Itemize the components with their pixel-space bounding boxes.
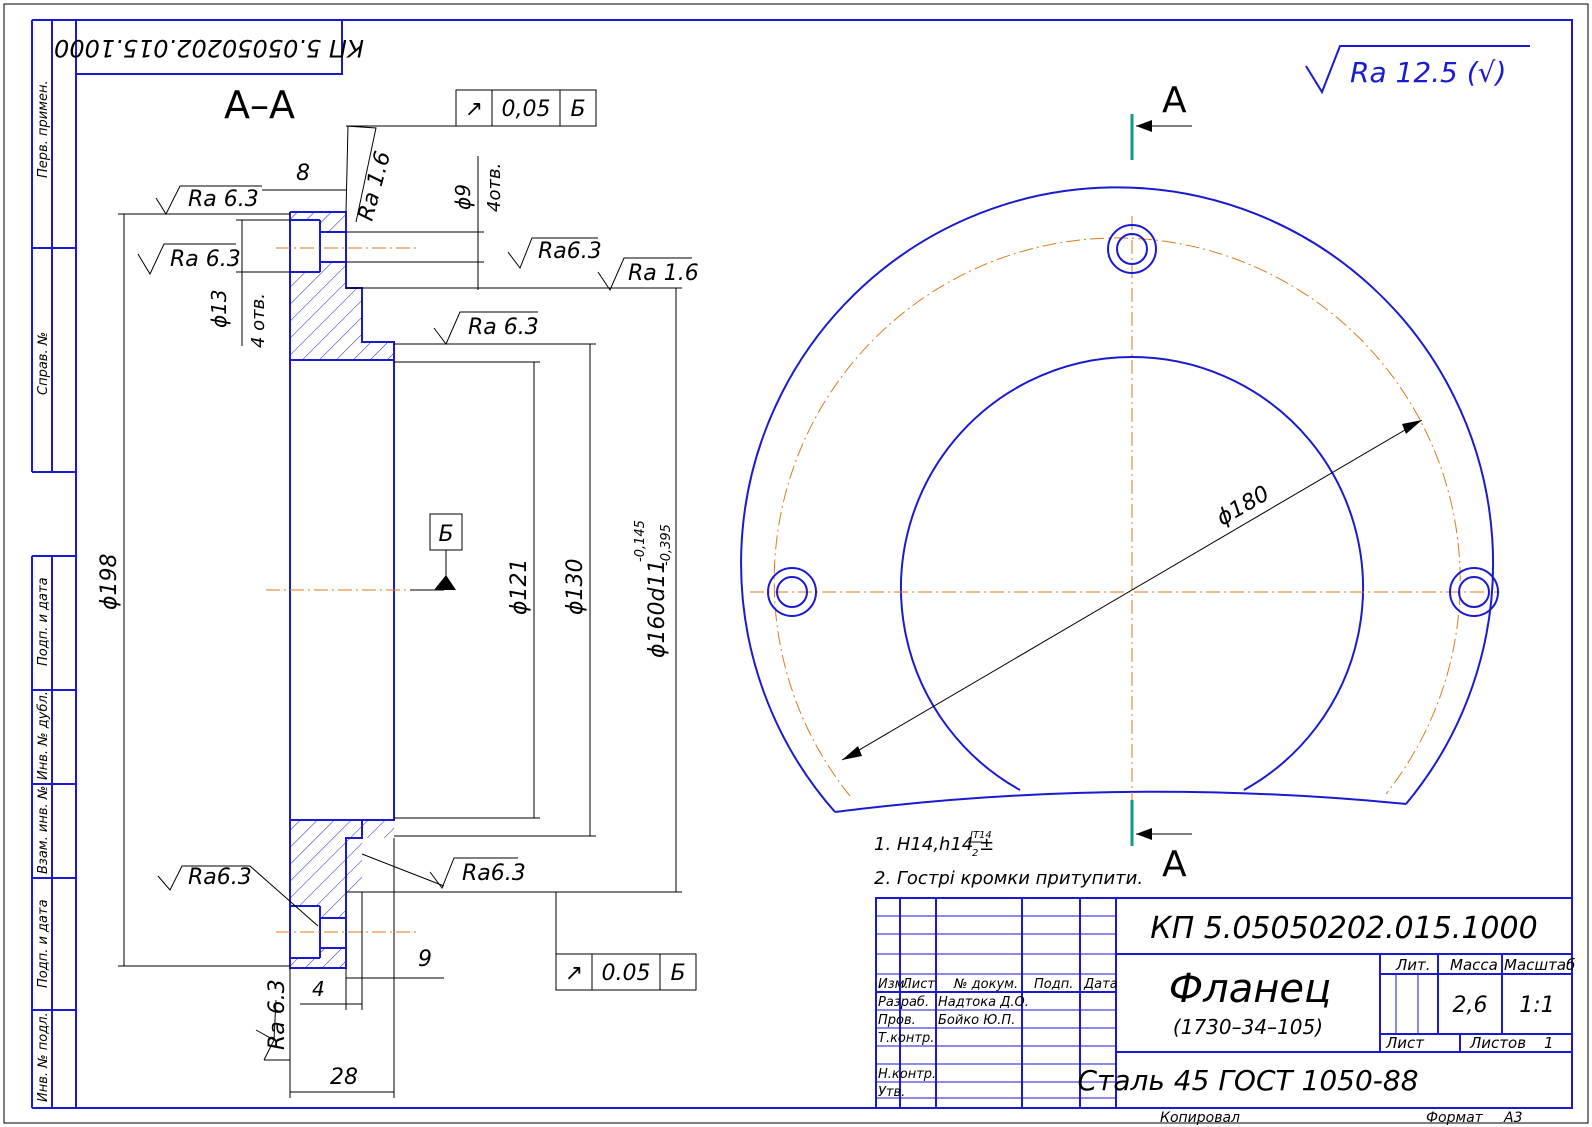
stamp-inv-podl: Инв. № подл. — [36, 1012, 51, 1102]
tol-datum-1: Б — [570, 97, 585, 122]
drawing-sheet: Перв. примен. Справ. № Подп. и дата Инв.… — [3, 3, 1589, 1126]
dim-d180: ϕ180 — [1213, 481, 1274, 531]
dim-w9: 9 — [418, 947, 432, 972]
tb-mass-header: Масса — [1450, 956, 1498, 974]
tol-value-2: 0.05 — [602, 961, 651, 986]
tb-role-tkontr: Т.контр. — [878, 1031, 934, 1046]
section-view: Б ϕ198 ϕ121 ϕ130 ϕ160d11 -0,145 -0,395 ϕ… — [97, 89, 699, 1098]
front-view: ϕ180 А А — [740, 80, 1500, 885]
roughness-5: Ra 6.3 — [468, 315, 539, 340]
tb-name-razrab: Надтока Д.О. — [938, 995, 1029, 1010]
tolerance-frame-bottom: ↗ 0.05 Б — [555, 892, 697, 991]
copied-label: Копировал — [1160, 1110, 1240, 1126]
stamp-perv-primen: Перв. примен. — [36, 80, 51, 178]
dim-holes-4b: 4 отв. — [248, 293, 269, 348]
tol-symbol-1: ↗ — [465, 97, 483, 122]
dim-w4: 4 — [312, 977, 325, 1001]
tb-code: КП 5.05050202.015.1000 — [1150, 911, 1537, 946]
roughness-1: Ra 6.3 — [188, 187, 259, 212]
tb-part-name: Фланец — [1169, 966, 1332, 1012]
tb-col-dokum: № докум. — [953, 977, 1018, 992]
tb-mass: 2,6 — [1453, 993, 1488, 1018]
dim-d9: ϕ9 — [451, 184, 475, 210]
tb-sheet-label: Лист — [1385, 1034, 1425, 1052]
roughness-7: Ra6.3 — [188, 865, 252, 890]
tb-lit-header: Лит. — [1395, 956, 1431, 974]
tb-scale-header: Масштаб — [1504, 956, 1575, 974]
roughness-9: Ra 6.3 — [265, 979, 290, 1050]
dim-d121: ϕ121 — [507, 558, 532, 615]
tb-col-list: Лист — [901, 977, 935, 992]
roughness-3: Ra6.3 — [538, 239, 602, 264]
dim-d160-upper: -0,145 — [633, 520, 648, 562]
section-label: А–А — [224, 83, 295, 127]
general-roughness: Ra 12.5 (√) — [1305, 45, 1530, 95]
tb-sheets-count: 1 — [1544, 1034, 1554, 1052]
tb-role-razrab: Разраб. — [878, 995, 929, 1010]
tolerance-frame-top: ↗ 0,05 Б — [346, 89, 597, 127]
dim-w28: 28 — [330, 1065, 358, 1090]
stamp-inv-dubl: Инв. № дубл. — [36, 691, 51, 780]
note-2: 2. Гострі кромки притупити. — [874, 868, 1143, 889]
format-label: Формат — [1426, 1110, 1484, 1126]
datum-label: Б — [438, 522, 453, 547]
tb-part-subname: (1730–34–105) — [1173, 1015, 1323, 1039]
cut-label-bottom: А — [1162, 844, 1187, 885]
roughness-6: Ra 1.6 — [628, 261, 699, 286]
stamp-vzam-inv: Взам. инв. № — [36, 786, 51, 874]
tol-datum-2: Б — [670, 961, 685, 986]
side-stamp: Перв. примен. Справ. № Подп. и дата Инв.… — [31, 19, 76, 1109]
format-value: А3 — [1503, 1110, 1522, 1126]
note-1-den: 2 — [972, 848, 978, 859]
tol-value-1: 0,05 — [502, 97, 551, 122]
dim-d198: ϕ198 — [97, 553, 122, 610]
mirrored-code-box: КП 5.05050202.015.1000 — [54, 19, 364, 75]
dim-d13: ϕ13 — [207, 289, 231, 328]
tb-role-prov: Пров. — [878, 1013, 916, 1028]
title-block: Изм. Лист № докум. Подп. Дата Разраб. На… — [875, 897, 1575, 1109]
stamp-sprav-no: Справ. № — [36, 332, 51, 395]
tb-scale: 1:1 — [1519, 993, 1554, 1018]
tb-sheets-label: Листов — [1469, 1034, 1526, 1052]
dim-d130: ϕ130 — [563, 558, 588, 615]
dim-d160-lower: -0,395 — [659, 524, 674, 566]
tol-symbol-2: ↗ — [565, 961, 583, 986]
dim-holes-4: 4отв. — [484, 163, 505, 212]
roughness-2: Ra 6.3 — [170, 247, 241, 272]
roughness-4: Ra 1.6 — [354, 149, 396, 224]
roughness-8: Ra6.3 — [462, 861, 526, 886]
tb-material: Сталь 45 ГОСТ 1050-88 — [1077, 1064, 1418, 1097]
general-roughness-text: Ra 12.5 (√) — [1350, 56, 1506, 89]
dim-d160: ϕ160d11 — [645, 560, 670, 658]
technical-notes: 1. H14,h14 ± IT14 2 2. Гострі кромки при… — [874, 830, 1143, 889]
outer-frame — [3, 3, 1589, 1124]
tb-name-prov: Бойко Ю.П. — [938, 1013, 1015, 1028]
tb-role-nkontr: Н.контр. — [878, 1067, 936, 1082]
cut-label-top: А — [1162, 80, 1187, 121]
stamp-podp-data-1: Подп. и дата — [36, 577, 51, 666]
stamp-podp-data-2: Подп. и дата — [36, 899, 51, 988]
dim-w8: 8 — [296, 161, 310, 186]
tb-role-utv: Утв. — [878, 1085, 905, 1100]
note-1-num: IT14 — [970, 830, 992, 841]
tb-col-podp: Подп. — [1034, 977, 1073, 992]
tb-col-data: Дата — [1083, 977, 1118, 992]
mirrored-code: КП 5.05050202.015.1000 — [54, 34, 364, 62]
roughness-marks: Ra 6.3 Ra 6.3 Ra6.3 Ra 1.6 Ra 1.6 Ra 6.3… — [137, 125, 699, 1061]
